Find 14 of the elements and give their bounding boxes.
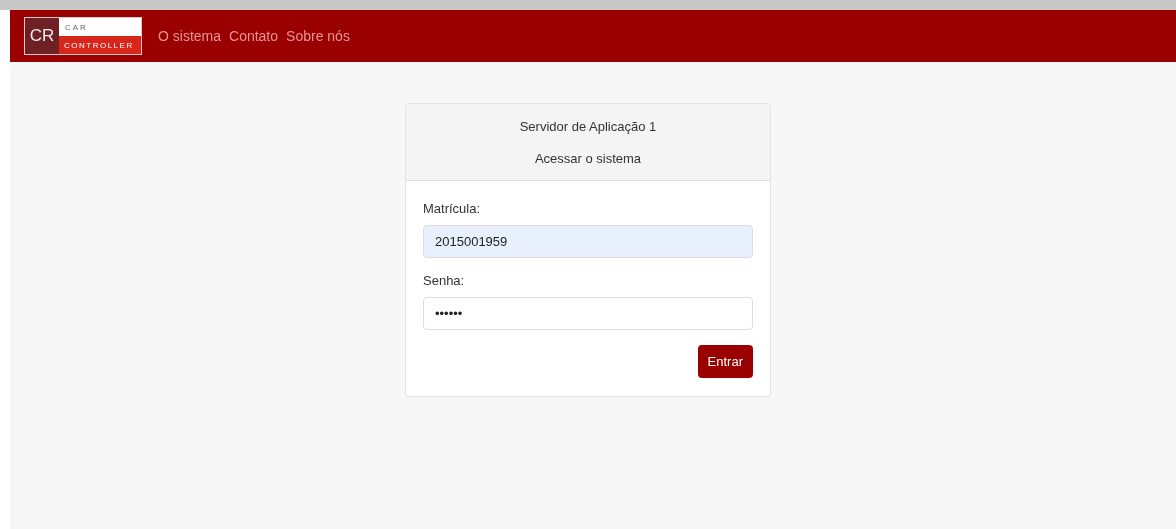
- input-field[interactable]: 2015001959: [423, 225, 753, 258]
- logo[interactable]: CR CAR CONTROLLER: [24, 17, 142, 55]
- logo-initials: CR: [25, 18, 59, 54]
- field-label: Matrícula:: [423, 201, 482, 216]
- nav-link[interactable]: O sistema: [158, 28, 221, 44]
- card-subtitle: Acessar o sistema: [534, 150, 642, 166]
- card-title: Servidor de Aplicação 1: [519, 118, 657, 134]
- logo-text: CAR: [59, 18, 141, 36]
- login-button[interactable]: Entrar: [697, 345, 753, 378]
- input-field[interactable]: ••••••: [423, 297, 753, 330]
- logo-text: CONTROLLER: [59, 36, 141, 54]
- nav-link[interactable]: Sobre nós: [286, 28, 350, 44]
- nav-link[interactable]: Contato: [229, 28, 279, 44]
- field-label: Senha:: [423, 273, 466, 288]
